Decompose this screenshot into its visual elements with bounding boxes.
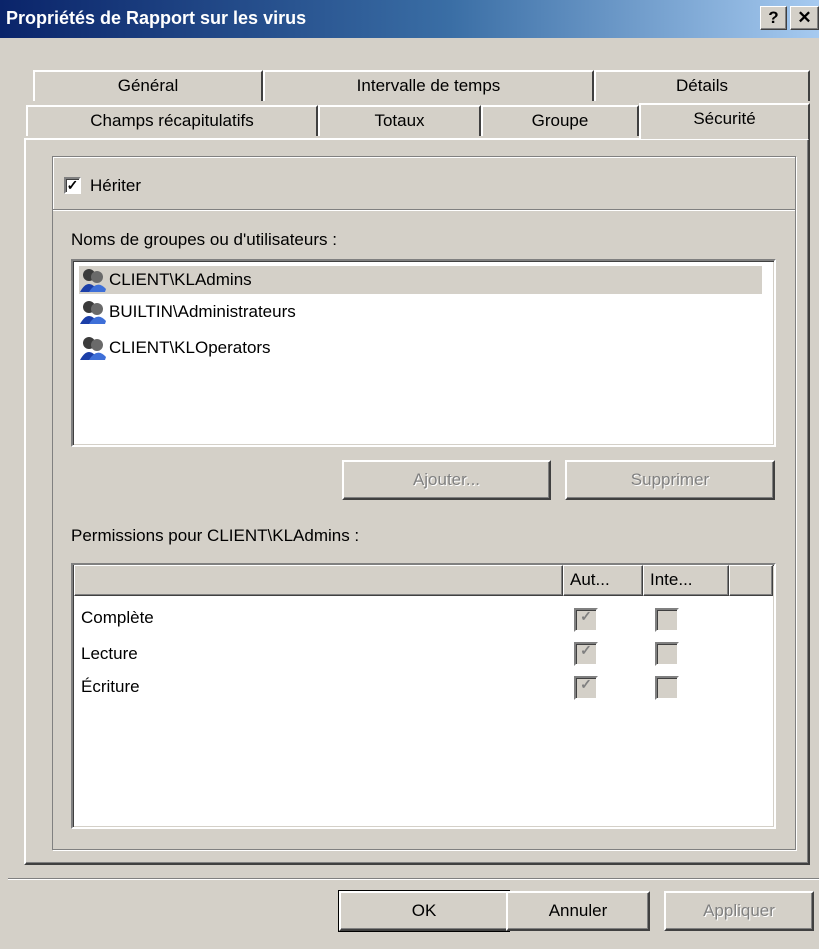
checkmark-icon: ✓ (66, 177, 79, 193)
user-name: CLIENT\KLOperators (109, 338, 271, 357)
add-button[interactable]: Ajouter... (342, 460, 551, 500)
permission-allow-checkbox[interactable]: ✓ (574, 642, 598, 666)
user-group-icon (79, 335, 107, 361)
remove-button[interactable]: Supprimer (565, 460, 775, 500)
tab-securite[interactable]: Sécurité (639, 103, 810, 139)
help-button[interactable]: ? (760, 6, 787, 30)
user-name: CLIENT\KLAdmins (109, 270, 252, 289)
permission-name: Lecture (81, 644, 138, 663)
user-group-icon (79, 267, 107, 293)
list-item-user-administrateurs[interactable]: BUILTIN\Administrateurs (79, 298, 296, 326)
column-header-allow[interactable]: Aut... (563, 565, 643, 596)
permission-allow-checkbox[interactable]: ✓ (574, 608, 598, 632)
list-item-user-kladmins[interactable]: CLIENT\KLAdmins (79, 266, 762, 294)
window-title: Propriétés de Rapport sur les virus (6, 8, 307, 28)
user-name: BUILTIN\Administrateurs (109, 302, 296, 321)
tab-general[interactable]: Général (33, 70, 263, 101)
inherit-label: Hériter (90, 176, 142, 195)
users-label: Noms de groupes ou d'utilisateurs : (71, 230, 337, 249)
apply-button[interactable]: Appliquer (664, 891, 814, 931)
checkmark-icon: ✓ (580, 608, 592, 624)
column-header-extra[interactable] (729, 565, 773, 596)
tab-totaux[interactable]: Totaux (318, 105, 481, 136)
column-header-deny[interactable]: Inte... (643, 565, 729, 596)
permission-deny-checkbox[interactable] (655, 608, 679, 632)
permission-deny-checkbox[interactable] (655, 676, 679, 700)
cancel-button[interactable]: Annuler (506, 891, 650, 931)
inherit-section (52, 156, 796, 210)
permission-name: Complète (81, 608, 154, 627)
list-item-user-kloperators[interactable]: CLIENT\KLOperators (79, 334, 271, 362)
tab-groupe[interactable]: Groupe (481, 105, 639, 136)
permissions-label: Permissions pour CLIENT\KLAdmins : (71, 526, 360, 545)
checkmark-icon: ✓ (580, 642, 592, 658)
inherit-checkbox[interactable]: ✓ (64, 177, 81, 194)
footer-divider (8, 878, 819, 880)
tab-champs-recapitulatifs[interactable]: Champs récapitulatifs (26, 105, 318, 136)
tab-details[interactable]: Détails (594, 70, 810, 101)
close-button[interactable]: ✕ (790, 6, 819, 30)
ok-button[interactable]: OK (338, 890, 510, 932)
permission-name: Écriture (81, 677, 140, 696)
permission-deny-checkbox[interactable] (655, 642, 679, 666)
user-group-icon (79, 299, 107, 325)
column-header-name[interactable] (74, 565, 563, 596)
permission-allow-checkbox[interactable]: ✓ (574, 676, 598, 700)
checkmark-icon: ✓ (580, 676, 592, 692)
tab-intervalle-de-temps[interactable]: Intervalle de temps (263, 70, 594, 101)
